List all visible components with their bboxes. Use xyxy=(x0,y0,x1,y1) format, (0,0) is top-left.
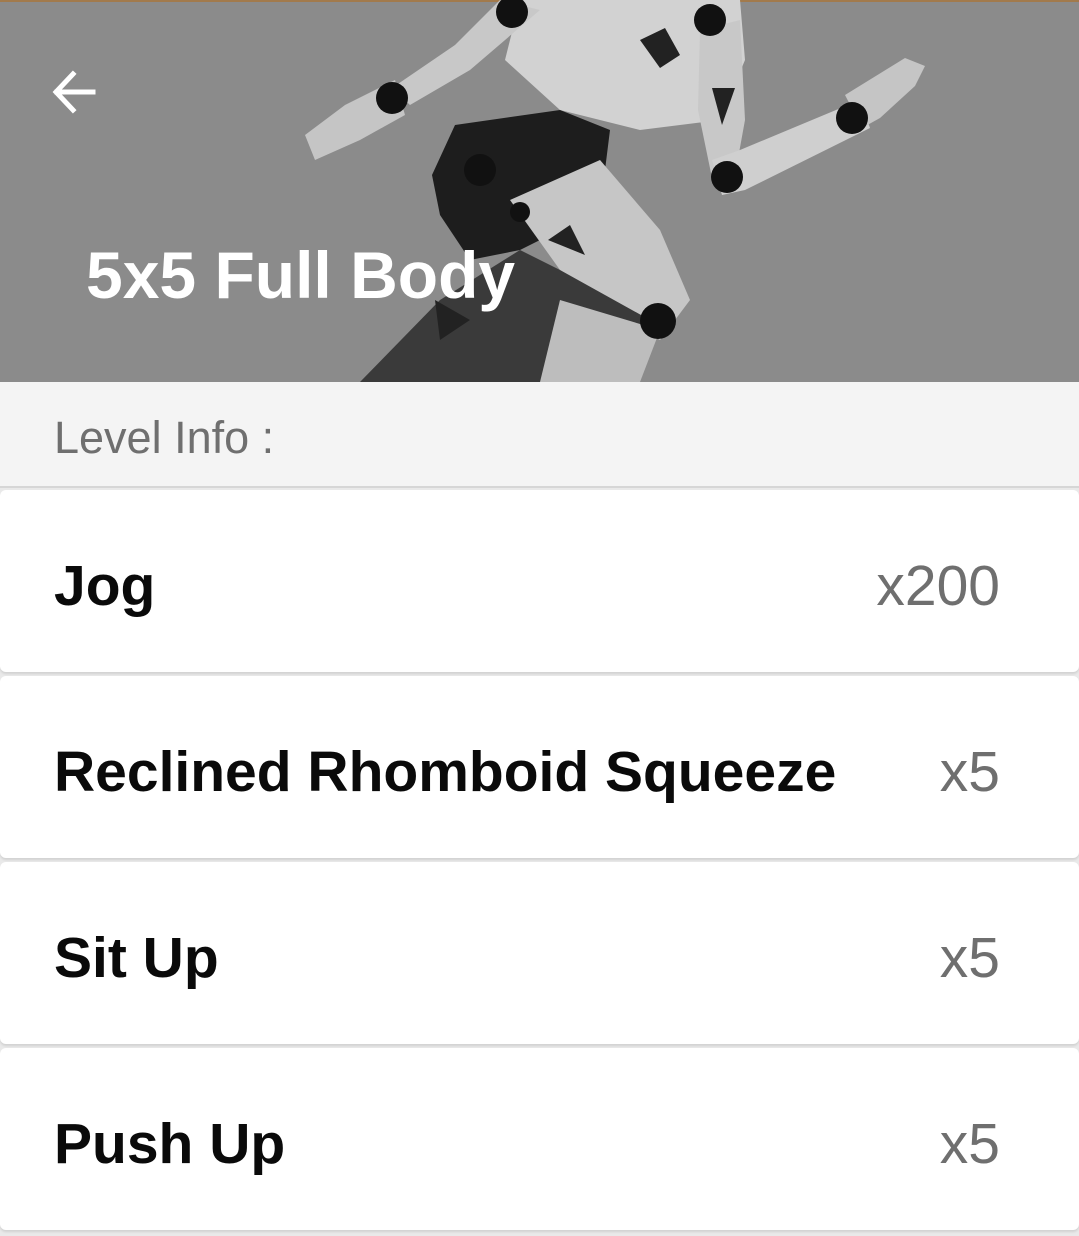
exercise-name: Reclined Rhomboid Squeeze xyxy=(54,740,837,804)
header-hero: 5x5 Full Body xyxy=(0,0,1079,382)
exercise-name: Push Up xyxy=(54,1112,286,1176)
exercise-list: Jog x200 Reclined Rhomboid Squeeze x5 Si… xyxy=(0,490,1079,1234)
page-title: 5x5 Full Body xyxy=(86,238,516,312)
level-info-label: Level Info : xyxy=(54,412,275,463)
exercise-row-reclined-rhomboid-squeeze[interactable]: Reclined Rhomboid Squeeze x5 xyxy=(0,676,1079,858)
back-button[interactable] xyxy=(40,58,108,126)
exercise-name: Sit Up xyxy=(54,926,219,990)
exercise-name: Jog xyxy=(54,554,156,618)
level-info-bar: Level Info : xyxy=(0,382,1079,488)
exercise-reps: x5 xyxy=(939,1112,1000,1176)
arrow-left-icon xyxy=(52,70,96,114)
exercise-row-jog[interactable]: Jog x200 xyxy=(0,490,1079,672)
exercise-row-push-up[interactable]: Push Up x5 xyxy=(0,1048,1079,1230)
running-figure-image xyxy=(305,0,925,382)
exercise-reps: x5 xyxy=(939,740,1000,804)
workout-screen: 5x5 Full Body Level Info : Jog x200 Recl… xyxy=(0,0,1079,1236)
exercise-reps: x200 xyxy=(876,554,1000,618)
exercise-reps: x5 xyxy=(939,926,1000,990)
exercise-row-sit-up[interactable]: Sit Up x5 xyxy=(0,862,1079,1044)
